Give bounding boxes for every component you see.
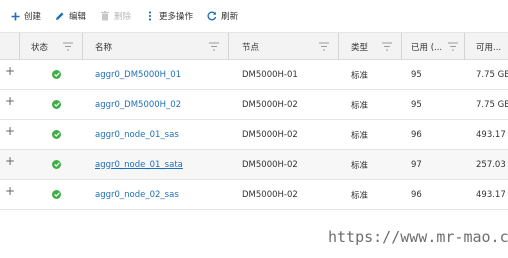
watermark-url: https://www.mr-mao.cn	[328, 228, 508, 246]
available-cell: 493.17	[476, 129, 506, 140]
table-row[interactable]: + aggr0_node_01_sas DM5000H-02 标准 96 493…	[0, 120, 508, 150]
expand-row-button[interactable]: +	[0, 180, 20, 209]
plus-icon	[10, 11, 20, 21]
aggregate-name-link[interactable]: aggr0_node_02_sas	[95, 190, 179, 200]
table-row[interactable]: + aggr0_node_01_sata DM5000H-02 标准 97 25…	[0, 150, 508, 180]
expand-row-button[interactable]: +	[0, 120, 20, 149]
status-cell	[20, 180, 83, 209]
table-row[interactable]: + aggr0_node_02_sas DM5000H-02 标准 96 493…	[0, 180, 508, 210]
node-cell: DM5000H-02	[242, 99, 298, 110]
header-used-label: 已用 (...	[411, 42, 443, 53]
more-actions-label: 更多操作	[159, 12, 194, 22]
header-expander	[0, 33, 20, 60]
used-cell: 97	[411, 159, 422, 170]
filter-icon[interactable]	[319, 42, 329, 51]
header-name[interactable]: 名称	[83, 33, 229, 60]
status-cell	[20, 150, 83, 179]
toolbar: 创建 编辑 删除 更多操作 刷新	[0, 0, 508, 33]
available-cell: 493.17	[476, 189, 506, 200]
node-cell: DM5000H-02	[242, 129, 298, 140]
used-cell: 96	[411, 189, 422, 200]
filter-icon[interactable]	[382, 42, 392, 51]
header-name-label: 名称	[95, 42, 113, 53]
trash-icon	[100, 11, 110, 21]
expand-row-button[interactable]: +	[0, 60, 20, 89]
name-cell: aggr0_DM5000H_02	[83, 90, 229, 119]
status-ok-icon	[52, 70, 61, 79]
node-cell: DM5000H-01	[242, 69, 298, 80]
header-status[interactable]: 状态	[20, 33, 83, 60]
delete-label: 删除	[114, 12, 132, 22]
vertical-dots-icon	[145, 11, 155, 21]
create-label: 创建	[24, 12, 42, 22]
status-cell	[20, 90, 83, 119]
table-row[interactable]: + aggr0_DM5000H_02 DM5000H-02 标准 95 7.75…	[0, 90, 508, 120]
header-type-label: 类型	[351, 42, 369, 53]
filter-icon[interactable]	[209, 42, 219, 51]
status-ok-icon	[52, 130, 61, 139]
refresh-button[interactable]: 刷新	[207, 10, 238, 22]
used-cell: 96	[411, 129, 422, 140]
available-cell: 257.03	[476, 159, 506, 170]
status-ok-icon	[52, 190, 61, 199]
header-available[interactable]: 可用...	[465, 33, 508, 60]
refresh-icon	[207, 11, 217, 21]
used-cell: 95	[411, 69, 422, 80]
aggregate-name-link[interactable]: aggr0_node_01_sata	[95, 160, 183, 170]
available-cell: 7.75 GE	[476, 69, 508, 80]
aggregate-name-link[interactable]: aggr0_node_01_sas	[95, 130, 179, 140]
status-cell	[20, 60, 83, 89]
table-header: 状态 名称 节点 类型 已用 (... 可用...	[0, 33, 508, 60]
expand-row-button[interactable]: +	[0, 90, 20, 119]
filter-icon[interactable]	[448, 42, 458, 51]
used-cell: 95	[411, 99, 422, 110]
refresh-label: 刷新	[221, 12, 239, 22]
name-cell: aggr0_node_01_sas	[83, 120, 229, 149]
type-cell: 标准	[351, 70, 369, 81]
available-cell: 7.75 GE	[476, 99, 508, 110]
table-row[interactable]: + aggr0_DM5000H_01 DM5000H-01 标准 95 7.75…	[0, 60, 508, 90]
header-status-label: 状态	[31, 42, 49, 53]
type-cell: 标准	[351, 160, 369, 171]
status-cell	[20, 120, 83, 149]
type-cell: 标准	[351, 100, 369, 111]
header-node[interactable]: 节点	[229, 33, 339, 60]
filter-icon[interactable]	[63, 42, 73, 51]
header-type[interactable]: 类型	[339, 33, 402, 60]
status-ok-icon	[52, 160, 61, 169]
edit-label: 编辑	[69, 12, 87, 22]
name-cell: aggr0_node_01_sata	[83, 150, 229, 179]
status-ok-icon	[52, 100, 61, 109]
type-cell: 标准	[351, 130, 369, 141]
pencil-icon	[55, 11, 65, 21]
create-button[interactable]: 创建	[10, 10, 41, 22]
more-actions-button[interactable]: 更多操作	[145, 10, 193, 22]
name-cell: aggr0_node_02_sas	[83, 180, 229, 209]
name-cell: aggr0_DM5000H_01	[83, 60, 229, 89]
node-cell: DM5000H-02	[242, 159, 298, 170]
aggregate-name-link[interactable]: aggr0_DM5000H_02	[95, 100, 181, 110]
expand-row-button[interactable]: +	[0, 150, 20, 179]
header-used[interactable]: 已用 (...	[402, 33, 465, 60]
node-cell: DM5000H-02	[242, 189, 298, 200]
header-available-label: 可用...	[476, 42, 502, 53]
type-cell: 标准	[351, 190, 369, 201]
header-node-label: 节点	[242, 42, 260, 53]
aggregate-name-link[interactable]: aggr0_DM5000H_01	[95, 70, 181, 80]
aggregates-table: 状态 名称 节点 类型 已用 (... 可用... + aggr0_DM5000…	[0, 33, 508, 210]
edit-button[interactable]: 编辑	[55, 10, 86, 22]
delete-button[interactable]: 删除	[100, 10, 131, 22]
